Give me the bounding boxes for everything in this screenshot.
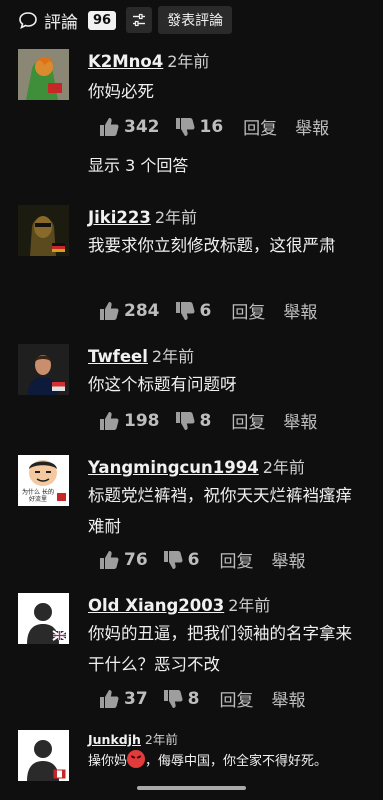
thumbs-up-icon bbox=[100, 411, 119, 430]
dislike-count: 6 bbox=[199, 300, 212, 321]
reply-button[interactable]: 回复 bbox=[231, 298, 265, 323]
comment-time: 2年前 bbox=[154, 208, 198, 227]
dislike-button[interactable]: 8 bbox=[162, 688, 200, 710]
angry-face-icon bbox=[127, 750, 146, 768]
dislike-count: 16 bbox=[199, 116, 224, 137]
comment-count-badge: 96 bbox=[88, 10, 117, 30]
like-count: 76 bbox=[124, 549, 148, 570]
thumbs-down-icon bbox=[175, 301, 195, 320]
sort-button[interactable] bbox=[126, 7, 153, 33]
comment-author[interactable]: K2Mno4 bbox=[88, 52, 163, 71]
avatar[interactable] bbox=[18, 205, 69, 256]
thumbs-up-icon bbox=[100, 301, 119, 320]
dislike-count: 6 bbox=[187, 549, 200, 570]
like-button[interactable]: 37 bbox=[98, 688, 148, 710]
thumbs-down-icon bbox=[175, 411, 195, 430]
comment-author[interactable]: Jiki223 bbox=[88, 208, 151, 227]
like-button[interactable]: 76 bbox=[98, 549, 148, 571]
like-button[interactable]: 342 bbox=[98, 116, 160, 138]
avatar[interactable]: 为什么 长的好流里 bbox=[18, 455, 69, 506]
like-button[interactable]: 198 bbox=[98, 410, 160, 432]
reply-button[interactable]: 回复 bbox=[231, 408, 265, 433]
like-count: 284 bbox=[124, 300, 160, 321]
comment-time: 2年前 bbox=[262, 458, 305, 477]
comment-text: 你妈的丑逼，把我们领袖的名字拿来干什么？恶习不改 bbox=[88, 624, 352, 674]
thumbs-up-icon bbox=[100, 117, 119, 136]
report-button[interactable]: 舉報 bbox=[283, 298, 317, 323]
thumbs-up-icon bbox=[100, 550, 119, 569]
comment-author[interactable]: Yangmingcun1994 bbox=[88, 458, 259, 477]
reply-button[interactable]: 回复 bbox=[243, 114, 277, 139]
report-button[interactable]: 舉報 bbox=[283, 408, 317, 433]
like-count: 37 bbox=[124, 688, 148, 709]
comment-text: 操你妈 ，侮辱中国，你全家不得好死。 bbox=[88, 750, 378, 774]
avatar[interactable] bbox=[18, 730, 69, 781]
comment-time: 2年前 bbox=[167, 52, 210, 71]
comment-time: 2年前 bbox=[144, 732, 178, 747]
thumbs-down-icon bbox=[163, 689, 183, 708]
comment-text: 我要求你立刻修改标题，这很严肃 bbox=[88, 236, 336, 255]
reply-button[interactable]: 回复 bbox=[220, 547, 254, 572]
comment-time: 2年前 bbox=[228, 596, 271, 615]
avatar[interactable] bbox=[18, 593, 69, 644]
dislike-count: 8 bbox=[199, 410, 212, 431]
comment-text-part: ，侮辱中国，你全家不得好死。 bbox=[145, 754, 328, 769]
like-count: 198 bbox=[124, 410, 160, 431]
show-replies-button[interactable]: 显示 3 个回答 bbox=[88, 152, 188, 176]
comment-text: 你这个标题有问题呀 bbox=[88, 375, 237, 394]
reply-button[interactable]: 回复 bbox=[220, 686, 254, 711]
report-button[interactable]: 舉報 bbox=[272, 547, 306, 572]
thumbs-up-icon bbox=[100, 689, 119, 708]
like-count: 342 bbox=[124, 116, 160, 137]
comment-text: 你妈必死 bbox=[88, 82, 154, 101]
dislike-button[interactable]: 16 bbox=[174, 116, 224, 138]
dislike-button[interactable]: 6 bbox=[174, 300, 212, 322]
comments-title: 評論 bbox=[44, 12, 78, 33]
comment-author[interactable]: Twfeel bbox=[88, 347, 148, 366]
comment-text: 标题党烂裤裆，祝你天天烂裤裆瘙痒难耐 bbox=[88, 486, 352, 536]
comment-bubble-icon bbox=[18, 10, 38, 30]
thumbs-down-icon bbox=[163, 550, 183, 569]
comments-header: 評論 96 發表評論 bbox=[0, 0, 383, 40]
report-button[interactable]: 舉報 bbox=[295, 114, 329, 139]
comment-author[interactable]: Old Xiang2003 bbox=[88, 596, 224, 615]
comment-text-part: 操你妈 bbox=[88, 754, 128, 769]
avatar[interactable] bbox=[18, 344, 69, 395]
dislike-button[interactable]: 6 bbox=[162, 549, 200, 571]
sliders-icon bbox=[133, 13, 146, 27]
avatar-caption: 为什么 长的好流里 bbox=[22, 489, 54, 503]
comment-author[interactable]: Junkdjh bbox=[88, 732, 141, 747]
post-comment-button[interactable]: 發表評論 bbox=[158, 6, 233, 34]
like-button[interactable]: 284 bbox=[98, 300, 160, 322]
dislike-count: 8 bbox=[187, 688, 200, 709]
dislike-button[interactable]: 8 bbox=[174, 410, 212, 432]
thumbs-down-icon bbox=[175, 117, 195, 136]
report-button[interactable]: 舉報 bbox=[272, 686, 306, 711]
comment-time: 2年前 bbox=[151, 347, 195, 366]
home-indicator[interactable] bbox=[137, 786, 246, 790]
avatar[interactable] bbox=[18, 49, 69, 100]
